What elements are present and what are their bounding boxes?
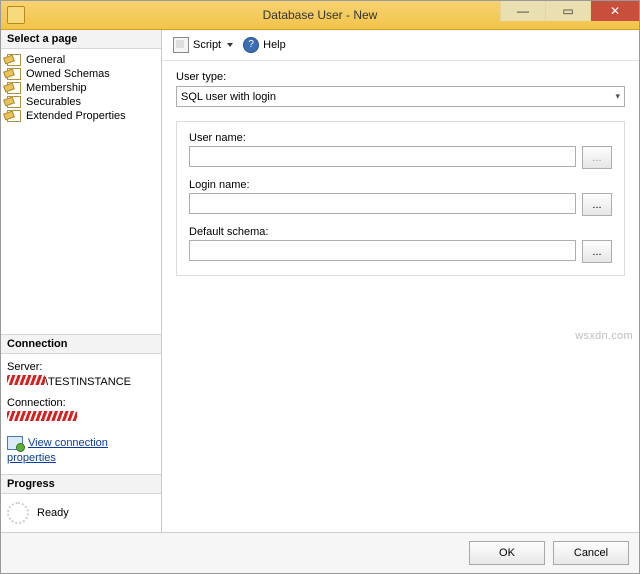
button-bar: OK Cancel [1, 532, 639, 573]
watermark-text: wsxdn.com [575, 330, 633, 342]
cancel-button[interactable]: Cancel [553, 541, 629, 565]
page-label: Extended Properties [26, 110, 126, 122]
page-label: General [26, 54, 65, 66]
user-name-browse-button: ... [582, 146, 612, 169]
toolbar: Script Help [162, 30, 639, 61]
maximize-button[interactable]: ▭ [545, 1, 590, 21]
progress-block: Ready [1, 494, 161, 532]
ok-button[interactable]: OK [469, 541, 545, 565]
help-icon [243, 37, 259, 53]
default-schema-label: Default schema: [189, 226, 612, 238]
sidebar-item-securables[interactable]: Securables [5, 95, 159, 109]
dialog-window: Database User - New — ▭ ✕ Select a page … [0, 0, 640, 574]
user-name-input[interactable] [189, 146, 576, 167]
sidebar: Select a page General Owned Schemas Memb… [1, 30, 162, 532]
script-button[interactable]: Script [170, 36, 236, 54]
redacted-icon [7, 375, 45, 385]
page-icon [7, 110, 21, 122]
page-label: Membership [26, 82, 87, 94]
script-icon [173, 37, 189, 53]
default-schema-browse-button[interactable]: ... [582, 240, 612, 263]
window-buttons: — ▭ ✕ [500, 1, 639, 21]
server-value: \TESTINSTANCE [7, 375, 155, 390]
view-connection-row: View connection properties [7, 436, 155, 466]
connection-properties-icon [7, 436, 23, 450]
help-label: Help [263, 39, 286, 51]
main-panel: Script Help User type: SQL user with log… [162, 30, 639, 532]
page-icon [7, 54, 21, 66]
user-name-label: User name: [189, 132, 612, 144]
page-icon [7, 96, 21, 108]
page-icon [7, 68, 21, 80]
connection-value [7, 411, 155, 426]
help-button[interactable]: Help [240, 36, 289, 54]
page-label: Securables [26, 96, 81, 108]
connection-label: Connection: [7, 396, 155, 411]
sidebar-item-membership[interactable]: Membership [5, 81, 159, 95]
page-list: General Owned Schemas Membership Securab… [1, 49, 161, 127]
sidebar-item-owned-schemas[interactable]: Owned Schemas [5, 67, 159, 81]
server-label: Server: [7, 360, 155, 375]
progress-heading: Progress [1, 474, 161, 494]
minimize-button[interactable]: — [500, 1, 545, 21]
user-type-label: User type: [176, 71, 625, 83]
user-type-value: SQL user with login [181, 91, 276, 103]
login-name-browse-button[interactable]: ... [582, 193, 612, 216]
script-label: Script [193, 39, 221, 51]
field-group: User name: ... Login name: ... [176, 121, 625, 276]
app-icon [7, 6, 25, 24]
login-name-input[interactable] [189, 193, 576, 214]
login-name-label: Login name: [189, 179, 612, 191]
sidebar-item-extended-properties[interactable]: Extended Properties [5, 109, 159, 123]
default-schema-input[interactable] [189, 240, 576, 261]
connection-info: Server: \TESTINSTANCE Connection: View c… [1, 354, 161, 474]
progress-status: Ready [37, 507, 69, 519]
chevron-down-icon [227, 43, 233, 47]
user-type-select[interactable]: SQL user with login ▾ [176, 86, 625, 107]
dialog-body: Select a page General Owned Schemas Memb… [1, 30, 639, 532]
select-page-heading: Select a page [1, 30, 161, 49]
form-area: User type: SQL user with login ▾ User na… [162, 61, 639, 276]
redacted-icon [7, 411, 77, 421]
page-icon [7, 82, 21, 94]
title-bar[interactable]: Database User - New — ▭ ✕ [1, 1, 639, 30]
page-label: Owned Schemas [26, 68, 110, 80]
connection-heading: Connection [1, 334, 161, 354]
chevron-down-icon: ▾ [615, 91, 620, 102]
progress-spinner-icon [7, 502, 29, 524]
sidebar-item-general[interactable]: General [5, 53, 159, 67]
close-button[interactable]: ✕ [590, 1, 639, 21]
